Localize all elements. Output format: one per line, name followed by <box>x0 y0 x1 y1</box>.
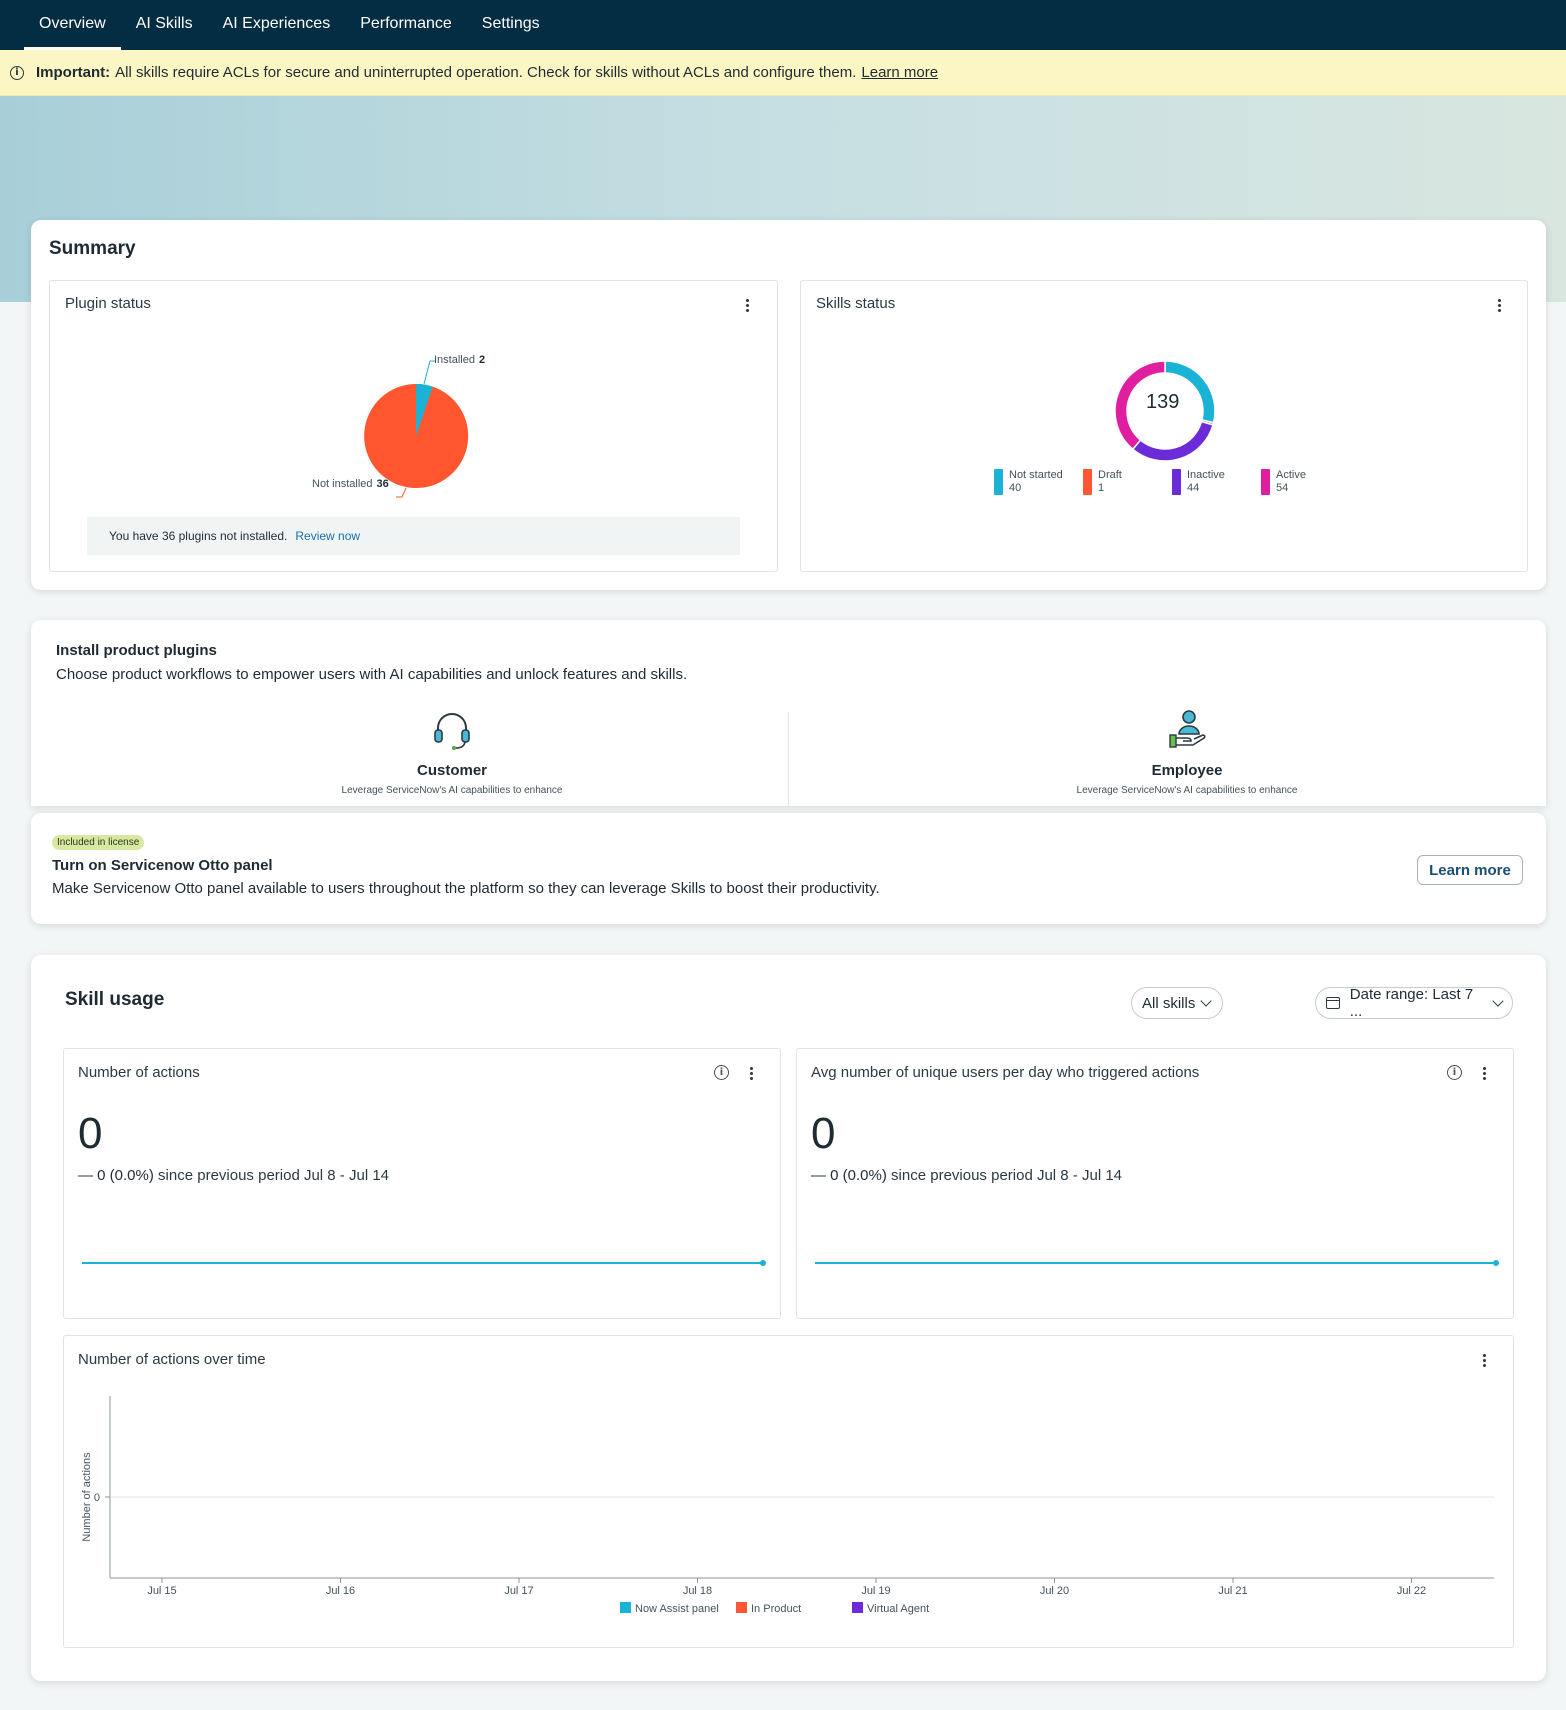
plugin-status-title: Plugin status <box>65 295 151 312</box>
banner-bold: Important: <box>36 64 111 81</box>
actions-value: 0 <box>78 1109 103 1158</box>
legend-active: Active 54 <box>1261 469 1306 495</box>
x-tick-label: Jul 19 <box>861 1585 890 1597</box>
tab-overview[interactable]: Overview <box>24 2 121 50</box>
chevron-down-icon <box>1200 995 1213 1007</box>
included-license-badge: Included in license <box>52 835 145 850</box>
legend-not-started: Not started 40 <box>994 469 1063 495</box>
plugin-note: You have 36 plugins not installed. Revie… <box>87 517 740 555</box>
skills-status-title: Skills status <box>816 295 896 312</box>
otto-panel-card: Included in license Turn on Servicenow O… <box>31 813 1546 924</box>
legend-swatch-now-assist-panel <box>620 1602 631 1613</box>
donut-segment-inactive <box>1131 420 1214 462</box>
x-tick-label: Jul 22 <box>1397 1585 1426 1597</box>
not-installed-leader-line <box>396 487 407 498</box>
x-tick-label: Jul 20 <box>1040 1585 1069 1597</box>
employee-icon <box>1169 710 1206 748</box>
customer-desc: Leverage ServiceNow's AI capabilities to… <box>341 785 563 796</box>
legend-swatch-virtual-agent <box>852 1602 863 1613</box>
x-tick-label: Jul 16 <box>326 1585 355 1597</box>
workflow-divider <box>788 712 789 806</box>
workflow-employee[interactable]: Employee Leverage ServiceNow's AI capabi… <box>1007 708 1367 796</box>
actions-metric-panel: Number of actions i 0 — 0 (0.0%) since p… <box>63 1048 781 1319</box>
review-now-link[interactable]: Review now <box>295 529 360 543</box>
actions-menu-icon[interactable] <box>743 1065 759 1081</box>
skills-status-panel: Skills status 139 Not started 40 Draft 1 I… <box>800 280 1528 572</box>
tab-ai-skills[interactable]: AI Skills <box>121 2 208 50</box>
acl-banner: i Important: All skills require ACLs for… <box>0 50 1566 96</box>
tab-settings[interactable]: Settings <box>467 2 555 50</box>
installed-label: Installed 2 <box>434 354 486 366</box>
otto-learn-more-button[interactable]: Learn more <box>1417 855 1523 885</box>
plugin-status-menu-icon[interactable] <box>739 297 755 313</box>
legend-swatch-in-product <box>736 1602 747 1613</box>
plugin-status-panel: Plugin status Installed 2 Not installed 36… <box>49 280 778 572</box>
actions-over-time-chart: 0Number of actions Jul 15 Jul 16 Jul 17 Jul … <box>81 1396 1494 1615</box>
legend-swatch-inactive <box>1172 469 1181 495</box>
info-icon[interactable]: i <box>714 1065 729 1080</box>
tab-performance[interactable]: Performance <box>345 2 467 50</box>
avg-users-change: — 0 (0.0%) since previous period Jul 8 -… <box>811 1167 1123 1184</box>
top-nav: Overview AI Skills AI Experiences Perfor… <box>0 0 1566 50</box>
x-tick-label: Jul 17 <box>504 1585 533 1597</box>
not-installed-label: Not installed 36 <box>312 478 389 490</box>
x-tick-label: Jul 21 <box>1218 1585 1247 1597</box>
otto-title: Turn on Servicenow Otto panel <box>52 857 273 874</box>
x-tick-label: Jul 18 <box>683 1585 712 1597</box>
chevron-down-icon <box>1492 995 1504 1007</box>
skills-total: 139 <box>1146 391 1180 413</box>
otto-desc: Make Servicenow Otto panel available to … <box>52 880 880 897</box>
legend-label-virtual-agent: Virtual Agent <box>867 1603 929 1615</box>
workflow-customer[interactable]: Customer Leverage ServiceNow's AI capabi… <box>272 708 632 796</box>
install-desc: Choose product workflows to empower user… <box>56 666 688 683</box>
legend-draft: Draft 1 <box>1083 469 1122 495</box>
legend-inactive: Inactive 44 <box>1172 469 1225 495</box>
headset-icon <box>434 713 470 750</box>
skills-status-menu-icon[interactable] <box>1491 297 1507 313</box>
employee-desc: Leverage ServiceNow's AI capabilities to… <box>1076 785 1298 796</box>
all-skills-dropdown[interactable]: All skills <box>1131 987 1223 1019</box>
legend-swatch-not-started <box>994 469 1003 495</box>
y-axis-label: Number of actions <box>81 1452 93 1542</box>
actions-title: Number of actions <box>78 1064 200 1081</box>
y-tick-label: 0 <box>94 1492 100 1504</box>
plugin-pie-chart <box>364 360 469 498</box>
avg-users-menu-icon[interactable] <box>1476 1065 1492 1081</box>
x-tick-label: Jul 15 <box>147 1585 176 1597</box>
install-plugins-card: Install product plugins Choose product w… <box>31 620 1546 806</box>
avg-users-value: 0 <box>811 1109 836 1158</box>
actions-over-time-panel: Number of actions over time 0 Number of a… <box>63 1335 1514 1648</box>
skills-donut-chart <box>1114 360 1216 462</box>
info-icon[interactable]: i <box>1447 1065 1462 1080</box>
banner-learn-more-link[interactable]: Learn more <box>861 64 938 81</box>
avg-users-metric-panel: Avg number of unique users per day who t… <box>796 1048 1514 1319</box>
legend-swatch-draft <box>1083 469 1092 495</box>
legend-label-in-product: In Product <box>751 1603 801 1615</box>
info-icon: i <box>10 65 24 80</box>
summary-card: Summary Plugin status Installed 2 Not ins… <box>31 220 1546 590</box>
plugin-note-text: You have 36 plugins not installed. <box>109 529 288 543</box>
actions-sparkline <box>82 1260 766 1266</box>
skill-usage-card: Skill usage All skills Date range: Last … <box>31 955 1546 1681</box>
skill-usage-title: Skill usage <box>65 989 165 1010</box>
legend-label-now-assist-panel: Now Assist panel <box>635 1603 719 1615</box>
actions-change: — 0 (0.0%) since previous period Jul 8 -… <box>78 1167 390 1184</box>
avg-users-sparkline <box>815 1260 1499 1266</box>
summary-title: Summary <box>49 238 136 259</box>
avg-users-title: Avg number of unique users per day who t… <box>811 1064 1200 1081</box>
install-title: Install product plugins <box>56 642 217 659</box>
date-range-dropdown[interactable]: Date range: Last 7 ... <box>1315 986 1513 1020</box>
customer-title: Customer <box>416 762 487 779</box>
banner-text: All skills require ACLs for secure and u… <box>115 64 857 81</box>
tab-ai-experiences[interactable]: AI Experiences <box>208 2 346 50</box>
calendar-icon <box>1326 997 1340 1009</box>
employee-title: Employee <box>1151 762 1223 779</box>
legend-swatch-active <box>1261 469 1270 495</box>
